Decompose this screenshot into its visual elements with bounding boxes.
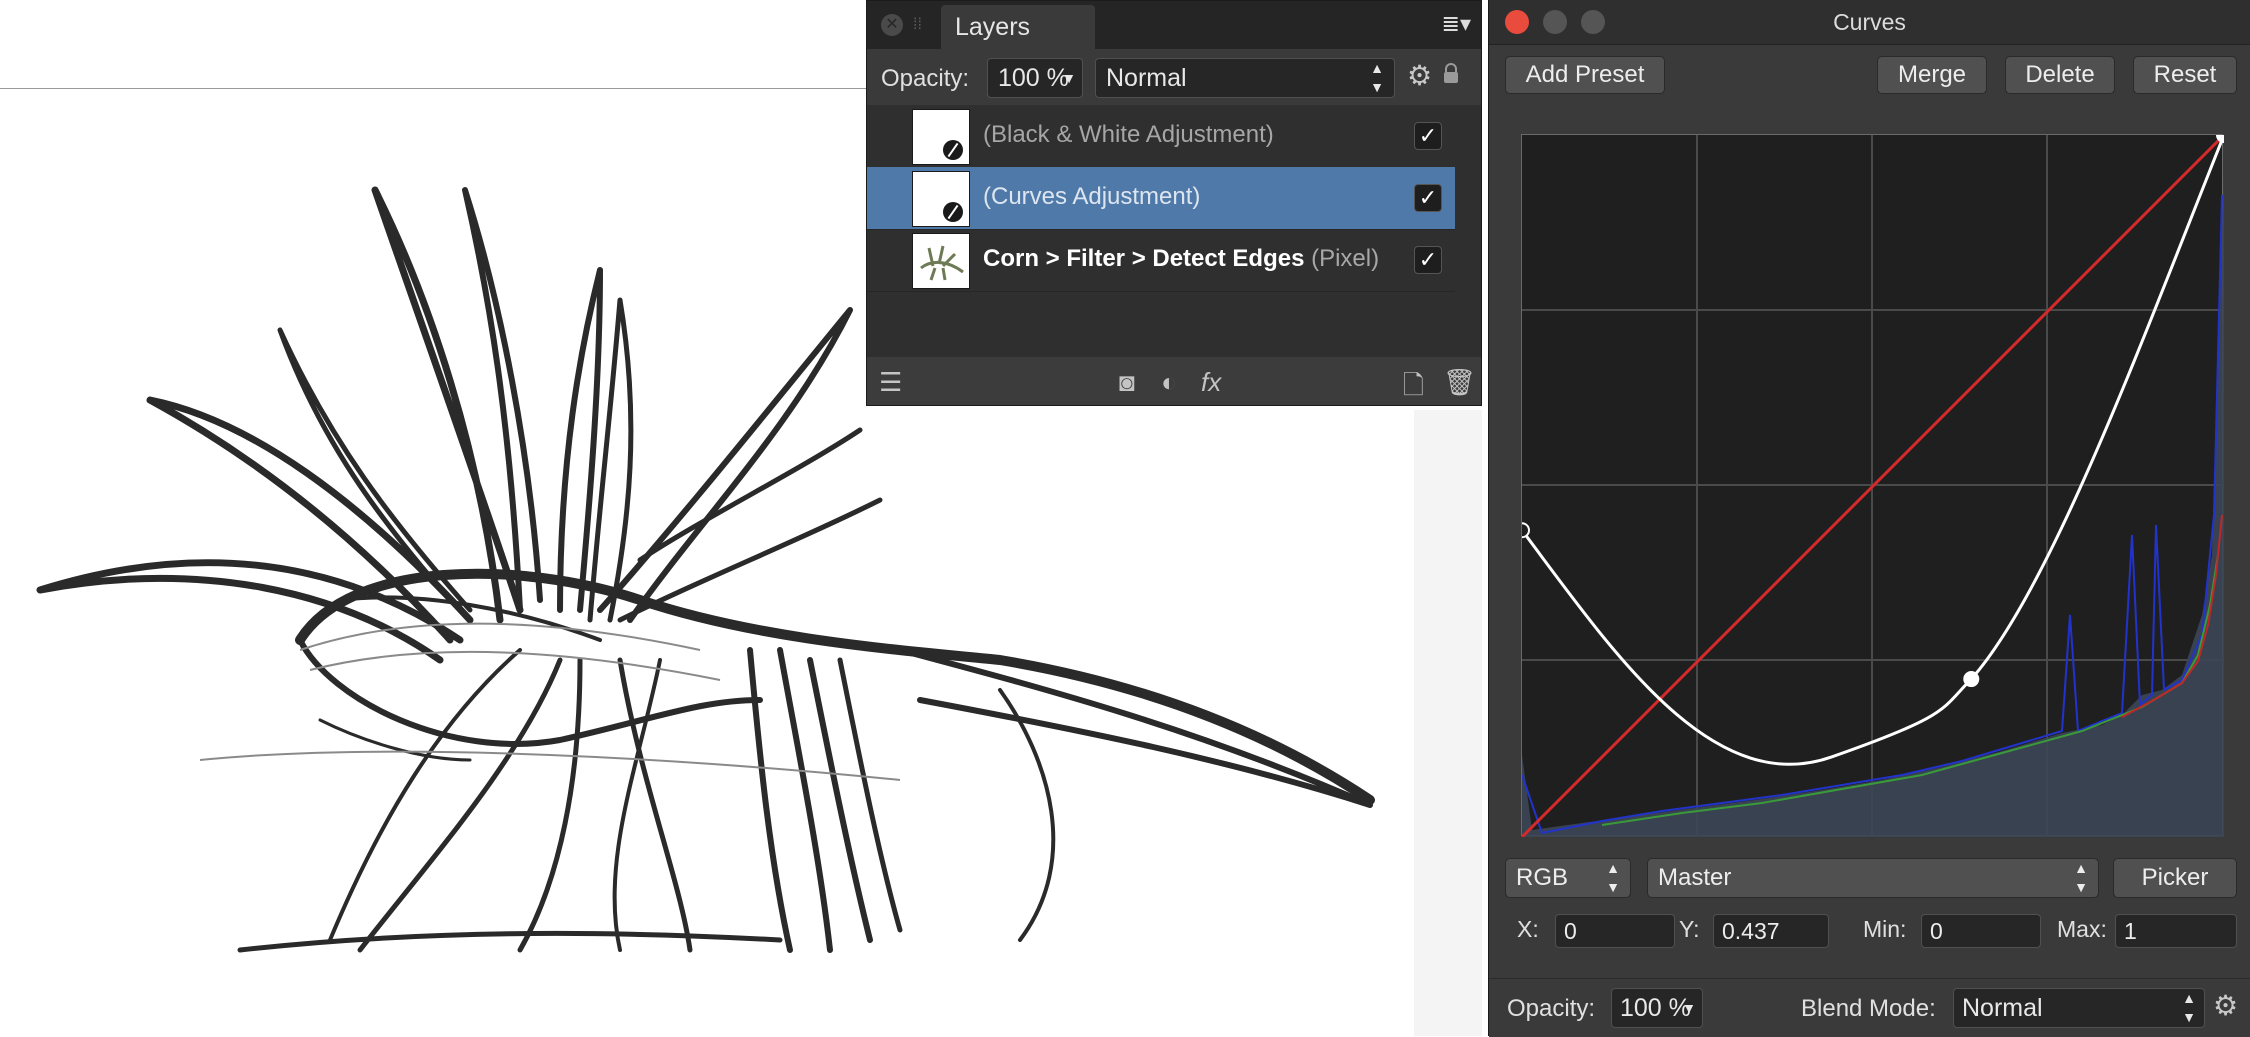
- layer-thumbnail: [912, 233, 970, 289]
- layer-thumbnail: [912, 109, 970, 165]
- adjustment-icon: [943, 202, 963, 222]
- tab-layers[interactable]: Layers: [941, 5, 1095, 49]
- opacity-field[interactable]: 100 % ▼: [987, 58, 1083, 98]
- layer-name: Corn > Filter > Detect Edges (Pixel): [983, 245, 1379, 273]
- dropdown-arrow-icon: ▼: [1682, 1000, 1696, 1016]
- mask-icon[interactable]: ◙: [1119, 367, 1135, 398]
- blend-mode-select[interactable]: Normal ▲ ▼: [1095, 58, 1395, 98]
- x-label: X:: [1517, 916, 1539, 942]
- panel-menu-icon[interactable]: ≣▾: [1442, 11, 1471, 37]
- fx-icon[interactable]: fx: [1201, 367, 1221, 398]
- max-field[interactable]: 1: [2115, 914, 2237, 948]
- gear-icon[interactable]: ⚙: [1407, 59, 1432, 92]
- curve-mode-select[interactable]: Master ▲ ▼: [1647, 858, 2099, 898]
- max-label: Max:: [2057, 916, 2107, 942]
- blend-mode-select[interactable]: Normal ▲ ▼: [1953, 988, 2205, 1028]
- x-field[interactable]: 0: [1555, 914, 1675, 948]
- curves-dialog: Curves Add Preset Merge Delete Reset RGB…: [1488, 0, 2250, 1037]
- visibility-checkbox[interactable]: ✓: [1414, 184, 1442, 212]
- grip-icon[interactable]: ⁞⁞: [913, 16, 922, 34]
- curves-titlebar: Curves: [1489, 0, 2250, 45]
- curves-footer: Opacity: 100 % ▼ Blend Mode: Normal ▲ ▼ ⚙: [1489, 978, 2250, 1037]
- layer-name: (Curves Adjustment): [983, 183, 1201, 210]
- curve-control-point[interactable]: [1963, 671, 1980, 688]
- min-field[interactable]: 0: [1921, 914, 2041, 948]
- y-field[interactable]: 0.437: [1713, 914, 1829, 948]
- layer-row-bw[interactable]: (Black & White Adjustment) ✓: [867, 105, 1455, 168]
- delete-button[interactable]: Delete: [2005, 56, 2115, 94]
- layers-list: (Black & White Adjustment) ✓ (Curves Adj…: [867, 105, 1481, 357]
- opacity-value: 100 %: [998, 64, 1069, 92]
- picker-button[interactable]: Picker: [2113, 858, 2237, 898]
- opacity-value: 100 %: [1620, 994, 1691, 1022]
- updown-arrow-icon: ▲ ▼: [2182, 990, 2196, 1025]
- layers-tab-bar: ✕ ⁞⁞ Layers ≣▾: [867, 1, 1481, 49]
- y-label: Y:: [1679, 916, 1700, 942]
- updown-arrow-icon: ▲ ▼: [2074, 860, 2088, 895]
- layer-type: (Pixel): [1304, 245, 1380, 272]
- layers-stack-icon[interactable]: ☰: [879, 367, 902, 398]
- layer-thumbnail: [912, 171, 970, 227]
- opacity-field[interactable]: 100 % ▼: [1611, 988, 1703, 1028]
- curve-control-point[interactable]: [1522, 522, 1530, 539]
- layer-name-main: Corn > Filter > Detect Edges: [983, 245, 1305, 272]
- gear-icon[interactable]: ⚙: [2213, 989, 2238, 1022]
- new-layer-icon[interactable]: 🗋: [1403, 367, 1424, 411]
- visibility-checkbox[interactable]: ✓: [1414, 122, 1442, 150]
- reset-button[interactable]: Reset: [2133, 56, 2237, 94]
- layer-row-curves[interactable]: (Curves Adjustment) ✓: [867, 167, 1455, 230]
- curve-mode-value: Master: [1658, 864, 1732, 891]
- layer-row-pixel[interactable]: Corn > Filter > Detect Edges (Pixel) ✓: [867, 229, 1455, 292]
- layer-options-row: Opacity: 100 % ▼ Normal ▲ ▼ ⚙: [867, 49, 1481, 105]
- adjustment-icon: [943, 140, 963, 160]
- add-preset-button[interactable]: Add Preset: [1505, 56, 1665, 94]
- updown-arrow-icon: ▲ ▼: [1606, 860, 1620, 895]
- layers-panel: ✕ ⁞⁞ Layers ≣▾ Opacity: 100 % ▼ Normal ▲…: [866, 0, 1482, 406]
- merge-button[interactable]: Merge: [1877, 56, 1987, 94]
- blend-mode-label: Blend Mode:: [1801, 995, 1936, 1022]
- opacity-label: Opacity:: [1507, 995, 1596, 1022]
- visibility-checkbox[interactable]: ✓: [1414, 246, 1442, 274]
- channel-value: RGB: [1516, 864, 1569, 891]
- corn-thumbnail-image: [920, 245, 964, 281]
- dropdown-arrow-icon: ▼: [1062, 70, 1076, 86]
- blend-mode-value: Normal: [1962, 994, 2043, 1022]
- min-label: Min:: [1863, 916, 1907, 942]
- curves-graph[interactable]: [1521, 134, 2224, 837]
- channel-select[interactable]: RGB ▲ ▼: [1505, 858, 1631, 898]
- layer-name: (Black & White Adjustment): [983, 121, 1274, 148]
- close-icon[interactable]: ✕: [881, 14, 903, 36]
- opacity-label: Opacity:: [881, 65, 970, 92]
- dialog-title: Curves: [1833, 9, 1906, 35]
- adjustment-icon[interactable]: ◐: [1161, 367, 1177, 398]
- curves-graph-svg[interactable]: [1522, 135, 2224, 837]
- lock-icon[interactable]: [1443, 63, 1459, 83]
- blend-mode-value: Normal: [1106, 64, 1187, 92]
- trash-icon[interactable]: 🗑: [1443, 367, 1476, 398]
- layers-footer: ☰ ◙ ◐ fx 🗋 🗑: [867, 357, 1481, 405]
- updown-arrow-icon: ▲ ▼: [1370, 60, 1384, 95]
